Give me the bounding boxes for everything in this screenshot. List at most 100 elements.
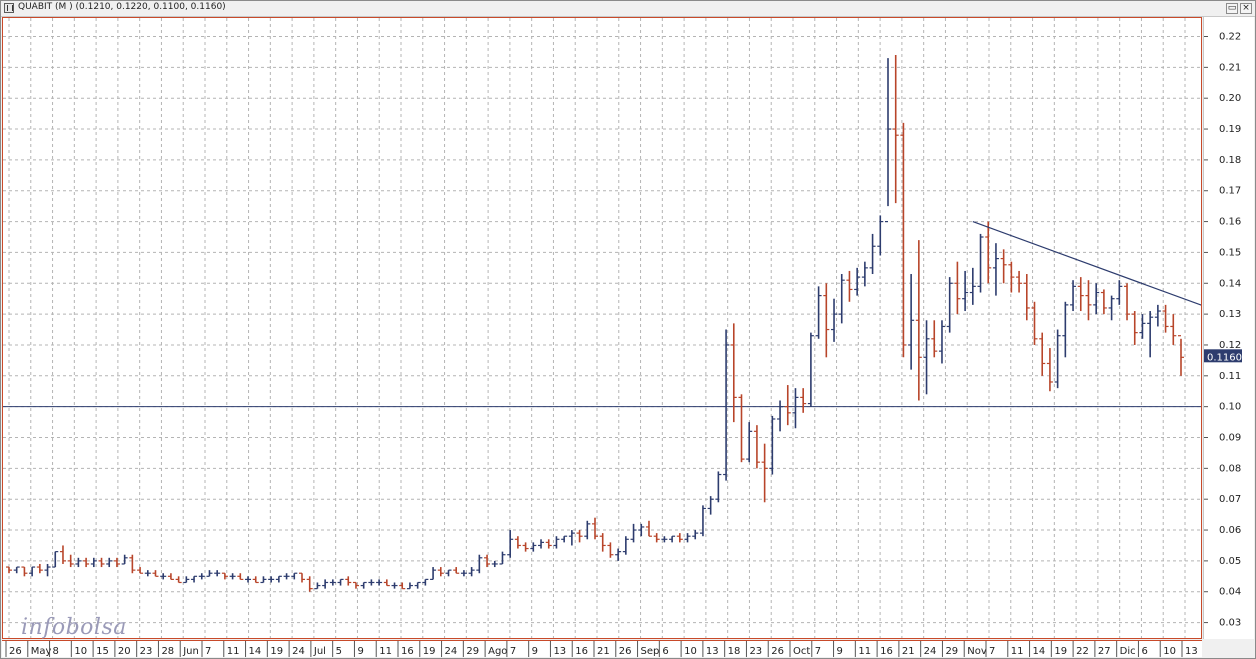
ohlc-bar (1046, 348, 1053, 392)
ohlc-bar (1070, 280, 1077, 312)
ohlc-bar (861, 261, 868, 287)
ohlc-bar (707, 496, 714, 515)
ohlc-bar (175, 576, 182, 584)
ohlc-bar (75, 557, 82, 568)
ohlc-bar (699, 505, 706, 537)
x-tick-label: May (31, 646, 52, 657)
x-axis: 26 May 8 10 15 20 23 28 Jun 7 11 14 19 24 Jul 5 9 11 16 19 2… (2, 640, 1202, 657)
x-tick-label: 18 (728, 646, 741, 657)
x-tick-label: 26 (9, 646, 22, 657)
ohlc-bar (992, 243, 999, 296)
ohlc-bar (368, 579, 375, 586)
x-tick-label: 26 (619, 646, 632, 657)
x-tick-label: 24 (924, 646, 937, 657)
ohlc-bar (229, 573, 236, 580)
ohlc-bar (360, 581, 367, 589)
ohlc-bar (1108, 295, 1115, 321)
ohlc-bar (730, 323, 737, 423)
ohlc-bar (430, 567, 437, 580)
ohlc-bar (106, 557, 113, 568)
ohlc-bar (1170, 314, 1177, 345)
ohlc-bar (6, 566, 12, 574)
plot-area[interactable]: infobolsa (2, 17, 1202, 640)
y-tick-label: 0.20 (1219, 93, 1241, 104)
window-title: QUABIT (M ) (0.1210, 0.1220, 0.1100, 0.1… (18, 2, 226, 12)
ohlc-bar (638, 523, 645, 537)
x-tick-label: 19 (270, 646, 283, 657)
ohlc-bar (1054, 329, 1061, 389)
ohlc-bar (738, 394, 745, 463)
y-tick-label: 0.17 (1219, 186, 1241, 197)
x-tick-label: 14 (1033, 646, 1046, 657)
ohlc-bar (908, 274, 915, 370)
x-tick-label: 20 (118, 646, 131, 657)
y-tick-label: 0.05 (1219, 556, 1241, 567)
ohlc-bar (260, 576, 267, 584)
x-tick-label: Jul (313, 646, 326, 657)
ohlc-bar (761, 443, 768, 503)
ohlc-bar (653, 533, 660, 543)
ohlc-bar (800, 388, 807, 413)
y-tick-label: 0.08 (1219, 463, 1241, 474)
ohlc-bar (622, 536, 629, 555)
ohlc-bar (538, 539, 545, 549)
logo-info: info (21, 615, 66, 640)
ohlc-bar (777, 400, 784, 432)
ohlc-bar (1039, 332, 1046, 376)
price-chart (3, 18, 1201, 638)
ohlc-bar (391, 582, 398, 589)
title-bar: QUABIT (M ) (0.1210, 0.1220, 0.1100, 0.1… (1, 1, 1255, 17)
ohlc-bar (198, 573, 205, 580)
ohlc-bar (214, 570, 221, 577)
ohlc-bar (445, 569, 452, 577)
ohlc-bar (854, 267, 861, 296)
x-tick-label: 23 (140, 646, 153, 657)
ohlc-bar (607, 542, 614, 558)
x-tick-label: Ago (488, 646, 507, 657)
y-tick-label: 0.07 (1219, 494, 1241, 505)
ohlc-bar (329, 579, 336, 586)
ohlc-bar (275, 575, 282, 583)
ohlc-bar (1154, 304, 1161, 327)
ohlc-bar (406, 582, 413, 590)
y-tick-label: 0.19 (1219, 124, 1241, 135)
x-tick-label: 7 (989, 646, 995, 657)
ohlc-bar (630, 523, 637, 543)
x-tick-label: 11 (227, 646, 240, 657)
y-tick-label: 0.15 (1219, 247, 1241, 258)
ohlc-bar (299, 572, 305, 583)
ohlc-bar (129, 554, 136, 574)
x-tick-label: 10 (74, 646, 87, 657)
x-tick-label: 11 (379, 646, 392, 657)
ohlc-bar (306, 576, 313, 592)
x-tick-label: 10 (684, 646, 697, 657)
x-tick-label: 11 (1011, 646, 1024, 657)
ohlc-bar (453, 567, 460, 574)
x-tick-label: 16 (401, 646, 414, 657)
ohlc-bar (553, 536, 560, 549)
ohlc-bar (946, 277, 953, 333)
ohlc-bar (252, 576, 259, 584)
x-tick-label: 27 (1098, 646, 1111, 657)
last-price-label: 0.1160 (1207, 352, 1242, 363)
x-tick-label: 9 (357, 646, 363, 657)
ohlc-bar (923, 320, 930, 395)
ohlc-bar (885, 58, 891, 223)
x-tick-label: 13 (706, 646, 719, 657)
x-tick-label: 5 (336, 646, 342, 657)
x-tick-label: 21 (902, 646, 915, 657)
x-tick-label: 28 (161, 646, 174, 657)
ohlc-bar (723, 329, 730, 481)
y-tick-label: 0.11 (1219, 371, 1241, 382)
close-button[interactable]: × (1240, 3, 1252, 14)
x-tick-label: 10 (1163, 646, 1176, 657)
ohlc-bar (1139, 314, 1146, 339)
ohlc-bar (823, 283, 830, 358)
x-axis-svg: 26 May 8 10 15 20 23 28 Jun 7 11 14 19 24 Jul 5 9 11 16 19 2… (5, 641, 1198, 657)
y-tick-label: 0.04 (1219, 587, 1241, 598)
x-tick-label: 6 (1141, 646, 1147, 657)
ohlc-bar (283, 573, 290, 580)
ohlc-bar (13, 566, 20, 574)
restore-button[interactable]: ▭ (1226, 3, 1238, 14)
x-tick-label: 8 (53, 646, 59, 657)
